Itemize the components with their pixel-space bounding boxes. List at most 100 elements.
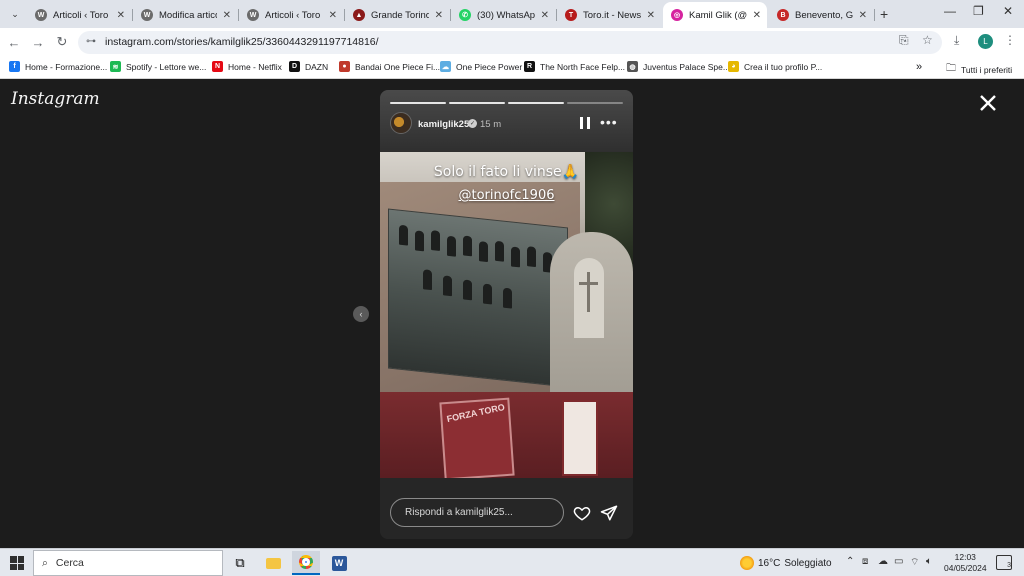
notification-count: 3 bbox=[1007, 562, 1011, 569]
tab-title: Grande Torino, gli bbox=[371, 9, 429, 21]
weather-widget[interactable]: 16°C Soleggiato bbox=[740, 556, 832, 570]
reply-input[interactable] bbox=[390, 498, 564, 527]
browser-tab[interactable]: ▲ Grande Torino, gli ✕ bbox=[345, 2, 449, 28]
tab-close-icon[interactable]: ✕ bbox=[647, 10, 655, 21]
team-mural bbox=[388, 208, 568, 388]
dazn-icon: D bbox=[289, 61, 300, 72]
instagram-story-viewer: Instagram ‹ kamilglik25 ✓ 15 m ••• FORZA… bbox=[0, 80, 1024, 548]
restore-icon[interactable]: ❐ bbox=[973, 4, 984, 18]
bookmark-item[interactable]: f Home - Formazione... bbox=[9, 61, 107, 72]
torino-bull-icon: ▲ bbox=[353, 9, 365, 21]
onedrive-icon[interactable]: ☁ bbox=[878, 556, 888, 567]
story-progress-segment bbox=[508, 102, 564, 104]
file-explorer-icon[interactable] bbox=[259, 551, 287, 575]
instagram-logo[interactable]: Instagram bbox=[11, 89, 100, 109]
northface-icon: R bbox=[524, 61, 535, 72]
tab-close-icon[interactable]: ✕ bbox=[329, 10, 337, 21]
onepiece-icon: ☁ bbox=[440, 61, 451, 72]
taskbar-search[interactable]: ⌕ Cerca bbox=[33, 550, 223, 576]
previous-story-chevron-icon[interactable]: ‹ bbox=[353, 306, 369, 322]
close-icon[interactable] bbox=[977, 92, 999, 114]
more-options-icon[interactable]: ••• bbox=[600, 114, 618, 130]
tab-title: Kamil Glik (@kamilglik25) bbox=[689, 9, 747, 21]
meet-icon[interactable]: ⧈ bbox=[862, 556, 868, 567]
facebook-icon: f bbox=[9, 61, 20, 72]
browser-tab[interactable]: W Articoli ‹ Toro News ✕ bbox=[27, 2, 131, 28]
bookmark-item[interactable]: ◍ Juventus Palace Spe... bbox=[627, 61, 730, 72]
bookmark-item[interactable]: ● Bandai One Piece Fi... bbox=[339, 61, 440, 72]
tab-close-icon[interactable]: ✕ bbox=[435, 10, 443, 21]
browser-tab[interactable]: ✆ (30) WhatsApp ✕ bbox=[451, 2, 555, 28]
downloads-icon[interactable]: ⤓ bbox=[954, 33, 959, 48]
close-window-icon[interactable]: ✕ bbox=[1003, 4, 1013, 18]
heart-icon[interactable] bbox=[573, 504, 591, 522]
story-progress-segment bbox=[449, 102, 505, 104]
install-app-icon[interactable]: ⎘ bbox=[899, 33, 909, 48]
bookmark-item[interactable]: ◕ Crea il tuo profilo P... bbox=[728, 61, 822, 72]
story-progress-segment bbox=[390, 102, 446, 104]
browser-tab[interactable]: T Toro.it - News del ✕ bbox=[557, 2, 661, 28]
bandai-icon: ● bbox=[339, 61, 350, 72]
profile-avatar[interactable]: L bbox=[978, 34, 993, 49]
site-info-icon[interactable]: ⊶ bbox=[86, 36, 96, 47]
story-footer bbox=[380, 478, 633, 539]
forward-arrow-icon[interactable]: → bbox=[30, 34, 46, 50]
minimize-icon[interactable]: — bbox=[944, 4, 956, 18]
tab-separator bbox=[874, 9, 875, 21]
battery-icon[interactable]: ▭ bbox=[894, 556, 903, 567]
address-bar[interactable]: ⊶ instagram.com/stories/kamilglik25/3360… bbox=[78, 31, 942, 54]
word-icon[interactable]: W bbox=[325, 551, 353, 575]
tab-close-icon[interactable]: ✕ bbox=[753, 10, 761, 21]
tray-chevron-icon[interactable]: ⌃ bbox=[846, 556, 854, 567]
windows-start-icon[interactable] bbox=[10, 556, 24, 570]
globe-icon: ◍ bbox=[627, 61, 638, 72]
wifi-icon[interactable]: ⌔ bbox=[910, 556, 919, 569]
pause-icon[interactable] bbox=[579, 116, 591, 130]
browser-tab[interactable]: B Benevento, Glik: ✕ bbox=[769, 2, 873, 28]
story-avatar[interactable] bbox=[390, 112, 412, 134]
volume-icon[interactable]: 🔈︎ bbox=[926, 556, 932, 567]
weather-desc: Soleggiato bbox=[784, 557, 832, 569]
story-mention[interactable]: @torinofc1906 bbox=[380, 188, 633, 203]
memorial-sign bbox=[562, 400, 598, 476]
bookmark-star-icon[interactable]: ☆ bbox=[922, 33, 933, 47]
tab-title: (30) WhatsApp bbox=[477, 9, 535, 21]
pokemon-icon: ◕ bbox=[728, 61, 739, 72]
browser-tab[interactable]: W Modifica articolo ✕ bbox=[133, 2, 237, 28]
clock-time: 12:03 bbox=[954, 552, 976, 562]
reload-icon[interactable]: ↻ bbox=[54, 34, 70, 50]
tab-search-chevron-icon[interactable]: ⌄ bbox=[6, 5, 24, 23]
story-timestamp: 15 m bbox=[480, 119, 502, 130]
back-arrow-icon[interactable]: ← bbox=[6, 34, 22, 50]
chrome-icon[interactable] bbox=[292, 551, 320, 575]
story-card: kamilglik25 ✓ 15 m ••• FORZA TORO Solo i… bbox=[380, 90, 633, 539]
bookmark-item[interactable]: ≋ Spotify - Lettore we... bbox=[110, 61, 206, 72]
more-bookmarks-chevron-icon[interactable]: » bbox=[916, 61, 922, 73]
new-tab-plus-icon[interactable]: + bbox=[880, 6, 888, 22]
bookmark-item[interactable]: R The North Face Felp... bbox=[524, 61, 625, 72]
taskbar-search-label: Cerca bbox=[55, 557, 84, 569]
tab-close-icon[interactable]: ✕ bbox=[541, 10, 549, 21]
browser-tab[interactable]: W Articoli ‹ Toro News ✕ bbox=[239, 2, 343, 28]
browser-menu-icon[interactable]: ⋮ bbox=[1004, 33, 1016, 47]
tab-close-icon[interactable]: ✕ bbox=[223, 10, 231, 21]
url-text[interactable]: instagram.com/stories/kamilglik25/336044… bbox=[105, 36, 379, 48]
system-clock[interactable]: 12:03 04/05/2024 bbox=[944, 552, 987, 574]
tab-close-icon[interactable]: ✕ bbox=[117, 10, 125, 21]
tab-close-icon[interactable]: ✕ bbox=[859, 10, 867, 21]
all-bookmarks-folder[interactable]: 🗀 Tutti i preferiti bbox=[946, 61, 1012, 78]
browser-tab[interactable]: ◎ Kamil Glik (@kamilglik25) ✕ bbox=[663, 2, 767, 28]
bookmark-item[interactable]: N Home - Netflix bbox=[212, 61, 282, 72]
story-username[interactable]: kamilglik25 bbox=[418, 119, 469, 130]
story-progress-segment bbox=[567, 102, 623, 104]
send-icon[interactable] bbox=[600, 504, 618, 522]
weather-temp: 16°C bbox=[758, 557, 781, 569]
notification-icon[interactable]: 3 bbox=[996, 555, 1012, 570]
bookmark-item[interactable]: D DAZN bbox=[289, 61, 328, 72]
bookmark-item[interactable]: ☁ One Piece Power bbox=[440, 61, 522, 72]
bookmark-label: Spotify - Lettore we... bbox=[126, 61, 207, 72]
toro-it-icon: T bbox=[565, 9, 577, 21]
bookmark-label: Crea il tuo profilo P... bbox=[744, 61, 823, 72]
task-view-icon[interactable]: ⧉ bbox=[226, 551, 254, 575]
tab-title: Toro.it - News del bbox=[583, 9, 641, 21]
